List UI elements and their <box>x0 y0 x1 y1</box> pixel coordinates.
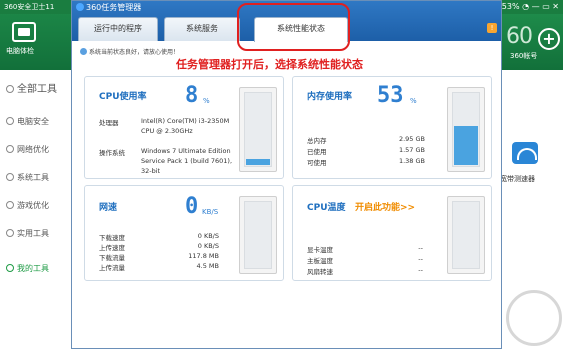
memory-value: 53 <box>377 83 404 108</box>
board-temp-value: -- <box>418 255 423 263</box>
help-icon[interactable]: ! <box>487 23 497 33</box>
gear-icon <box>6 173 14 181</box>
tab-running-programs[interactable]: 运行中的程序 <box>78 17 158 41</box>
heart-icon <box>6 264 14 272</box>
memory-unit: % <box>410 97 417 105</box>
status-icon <box>80 48 87 55</box>
memory-panel: 内存使用率 53 % 总内存 2.95 GB 已使用 1.57 GB 可使用 1… <box>292 76 492 179</box>
tab-system-services[interactable]: 系统服务 <box>164 17 240 41</box>
sidebar-item-game[interactable]: 游戏优化 <box>0 192 72 220</box>
temperature-title: CPU温度 <box>307 203 346 213</box>
sidebar-item-system-tools[interactable]: 系统工具 <box>0 164 72 192</box>
task-manager-window: 360任务管理器 运行中的程序 系统服务 系统性能状态 ! 系统当前状态良好，请… <box>71 0 502 349</box>
fan-speed-value: -- <box>418 266 423 274</box>
sidebar-item-pc-security[interactable]: 电脑安全 <box>0 108 72 136</box>
upload-speed-value: 0 KB/S <box>197 242 219 250</box>
sidebar-item-my-tools[interactable]: 我的工具 <box>0 255 72 283</box>
cpu-title: CPU使用率 <box>99 92 147 102</box>
speedtest-label[interactable]: 宽带测速器 <box>500 174 535 184</box>
wrench-icon <box>6 229 14 237</box>
memory-total-value: 2.95 GB <box>398 135 425 143</box>
sidebar-item-all-tools[interactable]: 全部工具 <box>0 76 72 104</box>
os-label: 操作系统 <box>99 149 125 157</box>
gpu-temp-label: 显卡温度 <box>307 246 333 254</box>
download-speed-label: 下载速度 <box>99 234 125 242</box>
cpu-unit: % <box>203 97 210 105</box>
cpu-gauge <box>239 87 277 172</box>
download-speed-value: 0 KB/S <box>197 232 219 240</box>
os-value-3: 32-bit <box>141 167 161 175</box>
sidebar-item-network[interactable]: 网络优化 <box>0 136 72 164</box>
sidebar-item-utilities[interactable]: 实用工具 <box>0 220 72 248</box>
memory-total-label: 总内存 <box>307 137 327 145</box>
cpu-value: 8 <box>185 83 199 108</box>
cpu-panel: CPU使用率 8 % 处理器 Intel(R) Core(TM) i3-2350… <box>84 76 284 179</box>
network-title: 网速 <box>99 203 118 213</box>
enable-temperature-link[interactable]: 开启此功能>> <box>355 200 415 213</box>
temperature-panel: CPU温度 开启此功能>> 显卡温度 -- 主板温度 -- 风扇转速 -- <box>292 185 492 281</box>
os-value-2: Service Pack 1 (build 7601), <box>141 157 233 165</box>
globe-icon <box>6 145 14 153</box>
processor-label: 处理器 <box>99 119 119 127</box>
circle-decoration <box>506 290 562 346</box>
upload-traffic-value: 4.5 MB <box>196 262 219 270</box>
gpu-temp-value: -- <box>418 244 423 252</box>
network-unit: KB/S <box>202 208 219 216</box>
memory-gauge-fill <box>454 126 478 165</box>
upload-speed-label: 上传速度 <box>99 244 125 252</box>
task-manager-title: 360任务管理器 <box>76 2 141 13</box>
highlight-circle <box>237 3 350 51</box>
download-traffic-label: 下载流量 <box>99 254 125 262</box>
grid-icon <box>6 85 14 93</box>
app-logo-icon <box>76 3 84 11</box>
upload-traffic-label: 上传流量 <box>99 264 125 272</box>
account-label[interactable]: 360帐号 <box>510 51 537 61</box>
plus-icon[interactable]: + <box>538 28 560 50</box>
app-title: 360安全卫士11 <box>4 3 55 11</box>
sidebar: 全部工具 电脑安全 网络优化 系统工具 游戏优化 实用工具 我的工具 <box>0 70 72 349</box>
monitor-icon <box>6 117 14 125</box>
gamepad-icon <box>6 201 14 209</box>
nav-pc-checkup[interactable]: 电脑体检 <box>6 46 34 56</box>
memory-available-value: 1.38 GB <box>398 157 425 165</box>
download-traffic-value: 117.8 MB <box>188 252 219 260</box>
memory-gauge <box>447 87 485 172</box>
network-gauge <box>239 196 277 274</box>
board-temp-label: 主板温度 <box>307 257 333 265</box>
fan-speed-label: 风扇转速 <box>307 268 333 276</box>
processor-value-2: CPU @ 2.30GHz <box>141 127 193 135</box>
speedtest-icon[interactable] <box>512 142 538 164</box>
pc-checkup-icon[interactable] <box>12 22 36 42</box>
network-panel: 网速 0 KB/S 下载速度 0 KB/S 上传速度 0 KB/S 下载流量 1… <box>84 185 284 281</box>
temperature-gauge <box>447 196 485 274</box>
header-big-number: 60 <box>506 24 533 49</box>
memory-title: 内存使用率 <box>307 92 353 102</box>
memory-used-label: 已使用 <box>307 148 327 156</box>
memory-used-value: 1.57 GB <box>398 146 425 154</box>
processor-value-1: Intel(R) Core(TM) i3-2350M <box>141 117 230 125</box>
os-value-1: Windows 7 Ultimate Edition <box>141 147 231 155</box>
cpu-gauge-fill <box>246 159 270 165</box>
memory-available-label: 可使用 <box>307 159 327 167</box>
status-info: 系统当前状态良好，请放心使用！ <box>80 47 179 56</box>
network-value: 0 <box>185 194 199 219</box>
annotation-text: 任务管理器打开后，选择系统性能状态 <box>176 58 363 71</box>
